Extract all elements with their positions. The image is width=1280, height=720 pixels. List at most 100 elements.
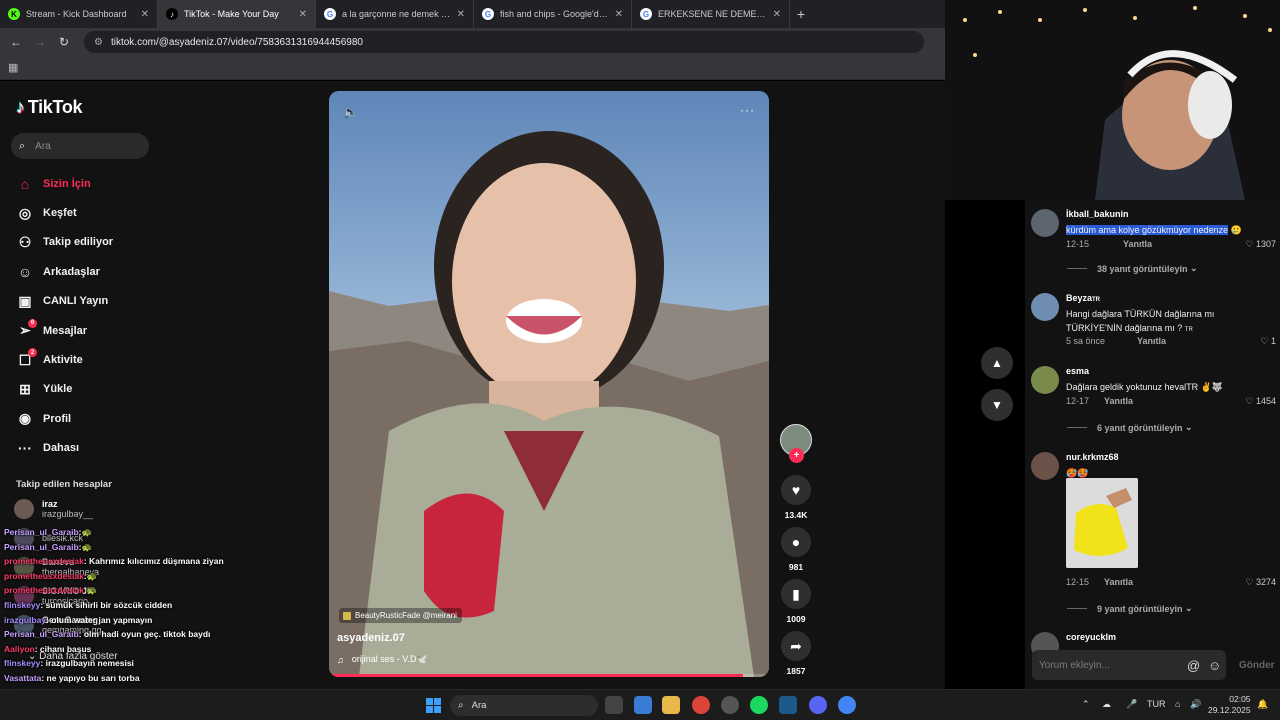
search-input[interactable]: ⌕ Ara bbox=[11, 133, 149, 159]
comment-input[interactable]: Yorum ekleyin... @ ☺ bbox=[1032, 650, 1226, 680]
language-indicator[interactable]: TUR bbox=[1147, 699, 1166, 709]
chrome-active-icon[interactable] bbox=[838, 696, 856, 714]
comment-username[interactable]: İkball_bakunin bbox=[1066, 209, 1129, 219]
chat-username[interactable]: flinskeyy bbox=[4, 600, 40, 610]
comment-username[interactable]: BeyzaTR bbox=[1066, 293, 1100, 303]
save-button[interactable]: ▮ bbox=[781, 579, 811, 609]
notification-bell-icon[interactable]: 🔔 bbox=[1257, 699, 1268, 710]
next-video-button[interactable]: ▼ bbox=[981, 389, 1013, 421]
more-options-icon[interactable]: ··· bbox=[740, 103, 755, 117]
chat-username[interactable]: prometheusxdesiak bbox=[4, 585, 84, 595]
site-info-icon[interactable]: ⚙ bbox=[94, 37, 103, 48]
video-player[interactable]: 🔈 ··· BeautyRusticFade @meirani asyadeni… bbox=[329, 91, 769, 677]
volume-icon[interactable]: 🔈 bbox=[343, 105, 358, 119]
reply-button[interactable]: Yanıtla bbox=[1104, 577, 1133, 587]
chat-username[interactable]: prometheusxdesiak bbox=[4, 556, 84, 566]
chat-username[interactable]: irazgulbay bbox=[4, 615, 46, 625]
app-icon[interactable] bbox=[721, 696, 739, 714]
view-replies-button[interactable]: 9 yanıt görüntüleyin ⌄ bbox=[1067, 603, 1193, 614]
sidebar-item-more[interactable]: ··· Dahası bbox=[16, 434, 156, 463]
like-button[interactable]: ♥ bbox=[781, 475, 811, 505]
video-sound[interactable]: ♫ orijinal ses - V.D🕊️ bbox=[337, 654, 428, 665]
sidebar-item-friends[interactable]: ☺ Arkadaşlar bbox=[16, 257, 156, 286]
discord-icon[interactable] bbox=[809, 696, 827, 714]
follow-plus-icon[interactable]: + bbox=[789, 448, 804, 463]
send-comment-button[interactable]: Gönder bbox=[1239, 660, 1275, 671]
browser-tab[interactable]: G a la garçonne ne demek amk - ✕ bbox=[316, 0, 474, 28]
close-icon[interactable]: ✕ bbox=[141, 9, 149, 20]
sidebar-item-following[interactable]: ⚇ Takip ediliyor bbox=[16, 228, 156, 257]
store-icon[interactable] bbox=[634, 696, 652, 714]
mention-icon[interactable]: @ bbox=[1187, 658, 1200, 673]
comment-username[interactable]: nur.krkmz68 bbox=[1066, 452, 1119, 462]
effect-tag[interactable]: BeautyRusticFade @meirani bbox=[339, 608, 462, 623]
wifi-icon[interactable]: ⌂ bbox=[1175, 699, 1180, 709]
reply-button[interactable]: Yanıtla bbox=[1123, 239, 1152, 249]
avatar[interactable] bbox=[1031, 366, 1059, 394]
spotify-icon[interactable] bbox=[750, 696, 768, 714]
music-note-icon: ♫ bbox=[337, 654, 344, 665]
tiktok-logo[interactable]: ♪ TikTok bbox=[16, 97, 83, 118]
comment-like-button[interactable]: ♡ 1307 bbox=[1245, 239, 1276, 250]
video-username[interactable]: asyadeniz.07 bbox=[337, 632, 405, 644]
back-icon[interactable]: ← bbox=[4, 35, 28, 49]
chat-username[interactable]: flinskeyy bbox=[4, 658, 40, 668]
close-icon[interactable]: ✕ bbox=[615, 9, 623, 20]
view-replies-button[interactable]: 38 yanıt görüntüleyin ⌄ bbox=[1067, 263, 1198, 274]
comment-like-button[interactable]: ♡ 1454 bbox=[1245, 396, 1276, 407]
sidebar-item-messages[interactable]: ➢ 6 Mesajlar bbox=[16, 316, 156, 345]
file-explorer-icon[interactable] bbox=[662, 696, 680, 714]
url-input[interactable]: ⚙ tiktok.com/@asyadeniz.07/video/7583631… bbox=[84, 31, 924, 53]
sidebar-item-live[interactable]: ▣ CANLI Yayın bbox=[16, 287, 156, 316]
avatar[interactable] bbox=[1031, 209, 1059, 237]
avatar[interactable] bbox=[1031, 452, 1059, 480]
comment-username[interactable]: coreyucklm bbox=[1066, 632, 1116, 642]
browser-tab[interactable]: G ERKEKSENE NE DEMEK - Googl ✕ bbox=[632, 0, 790, 28]
close-icon[interactable]: ✕ bbox=[457, 9, 465, 20]
sidebar-item-activity[interactable]: ☐ 2 Aktivite bbox=[16, 345, 156, 374]
taskbar-search[interactable]: ⌕ Ara bbox=[450, 695, 598, 716]
chrome-icon[interactable] bbox=[692, 696, 710, 714]
windows-start-icon[interactable] bbox=[426, 698, 441, 713]
reply-button[interactable]: Yanıtla bbox=[1104, 396, 1133, 406]
steam-icon[interactable] bbox=[779, 696, 797, 714]
view-replies-button[interactable]: 6 yanıt görüntüleyin ⌄ bbox=[1067, 422, 1193, 433]
previous-video-button[interactable]: ▲ bbox=[981, 347, 1013, 379]
reload-icon[interactable]: ↻ bbox=[52, 35, 76, 49]
comment-image[interactable] bbox=[1066, 478, 1138, 568]
chat-username[interactable]: prometheusxdesiak bbox=[4, 571, 84, 581]
followed-account[interactable]: iraz irazgulbay__ bbox=[14, 499, 154, 519]
close-icon[interactable]: ✕ bbox=[773, 9, 781, 20]
video-progress-bar[interactable] bbox=[329, 674, 769, 677]
comment-like-button[interactable]: ♡ 1 bbox=[1260, 336, 1276, 347]
clock[interactable]: 02:05 29.12.2025 bbox=[1208, 694, 1251, 716]
volume-icon[interactable]: 🔊 bbox=[1190, 699, 1201, 710]
reply-button[interactable]: Yanıtla bbox=[1137, 336, 1166, 346]
tray-chevron-up-icon[interactable]: ⌃ bbox=[1082, 699, 1090, 710]
comment-like-button[interactable]: ♡ 3274 bbox=[1245, 577, 1276, 588]
task-view-icon[interactable] bbox=[605, 696, 623, 714]
chat-username[interactable]: Vasattata bbox=[4, 673, 41, 683]
microphone-icon[interactable]: 🎤 bbox=[1126, 699, 1137, 710]
new-tab-button[interactable]: + bbox=[790, 0, 812, 28]
chat-username[interactable]: Aaliyon bbox=[4, 644, 35, 654]
sidebar-item-upload[interactable]: ⊞ Yükle bbox=[16, 375, 156, 404]
avatar[interactable] bbox=[1031, 293, 1059, 321]
close-icon[interactable]: ✕ bbox=[299, 9, 307, 20]
chat-username[interactable]: Perisan_ul_Garaib bbox=[4, 542, 79, 552]
browser-tab[interactable]: K Stream - Kick Dashboard ✕ bbox=[0, 0, 158, 28]
emoji-icon[interactable]: ☺ bbox=[1208, 658, 1221, 673]
browser-tab[interactable]: G fish and chips - Google'da Ara ✕ bbox=[474, 0, 632, 28]
comment-username[interactable]: esma bbox=[1066, 366, 1089, 376]
sidebar-item-explore[interactable]: ◎ Keşfet bbox=[16, 198, 156, 227]
sidebar-item-profile[interactable]: ◉ Profil bbox=[16, 404, 156, 433]
network-icon[interactable]: ☁ bbox=[1102, 699, 1111, 710]
apps-grid-icon[interactable]: ▦ bbox=[8, 61, 18, 74]
browser-tab[interactable]: ♪ TikTok - Make Your Day ✕ bbox=[158, 0, 316, 28]
forward-icon[interactable]: → bbox=[28, 35, 52, 49]
share-button[interactable]: ➦ bbox=[781, 631, 811, 661]
chat-username[interactable]: Perisan_ul_Garaib bbox=[4, 629, 79, 639]
chat-username[interactable]: Perisan_ul_Garaib bbox=[4, 527, 79, 537]
sidebar-item-for-you[interactable]: ⌂ Sizin İçin bbox=[16, 169, 156, 198]
comment-button[interactable]: ● bbox=[781, 527, 811, 557]
